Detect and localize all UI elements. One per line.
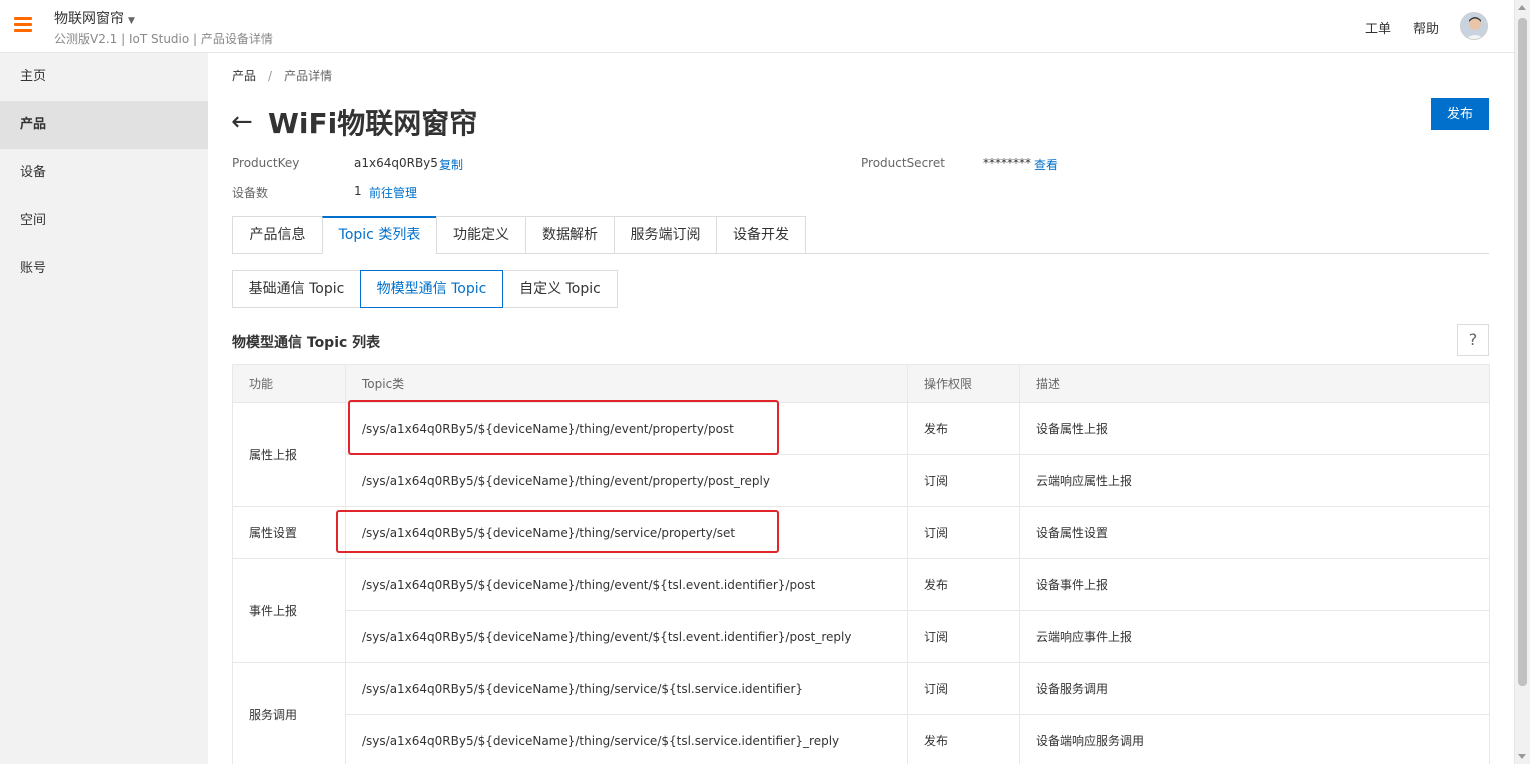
app-subtitle: 公测版V2.1 | IoT Studio | 产品设备详情 — [54, 32, 273, 46]
tab-function-definition[interactable]: 功能定义 — [436, 216, 526, 254]
scroll-down-icon[interactable] — [1518, 754, 1526, 759]
user-avatar-icon — [1461, 13, 1487, 39]
topic-cell: /sys/a1x64q0RBy5/${deviceName}/thing/ser… — [345, 506, 908, 559]
description-cell: 云端响应属性上报 — [1019, 454, 1490, 507]
app-name: 物联网窗帘 — [54, 11, 124, 27]
permission-cell: 订阅 — [907, 610, 1020, 663]
table-header-row: 功能 Topic类 操作权限 描述 — [232, 364, 1490, 403]
device-count-value: 1 — [354, 184, 362, 198]
topic-cell: /sys/a1x64q0RBy5/${deviceName}/thing/eve… — [345, 610, 908, 663]
scroll-up-icon[interactable] — [1518, 5, 1526, 10]
product-secret-value: ******** — [983, 156, 1031, 170]
publish-button[interactable]: 发布 — [1431, 98, 1489, 130]
topic-table: 功能 Topic类 操作权限 描述 属性上报 /sys/a1x64q0RBy5/… — [232, 364, 1490, 764]
product-key-label: ProductKey — [232, 156, 300, 170]
app-switcher[interactable]: 物联网窗帘 ▼ — [54, 8, 135, 28]
table-row: 事件上报 /sys/a1x64q0RBy5/${deviceName}/thin… — [232, 558, 1490, 663]
avatar[interactable] — [1460, 12, 1488, 40]
tab-topic-list[interactable]: Topic 类列表 — [322, 216, 437, 254]
breadcrumb-current: 产品详情 — [284, 69, 333, 83]
tab-server-subscription[interactable]: 服务端订阅 — [614, 216, 717, 254]
topic-cell: /sys/a1x64q0RBy5/${deviceName}/thing/ser… — [345, 662, 908, 715]
ticket-link[interactable]: 工单 — [1365, 18, 1391, 37]
tab-product-info[interactable]: 产品信息 — [232, 216, 323, 254]
scroll-thumb[interactable] — [1518, 18, 1527, 686]
sidebar: 主页 产品 设备 空间 账号 — [0, 53, 208, 764]
breadcrumb-separator: / — [268, 69, 273, 83]
list-title: 物模型通信 Topic 列表 — [232, 335, 381, 351]
description-cell: 设备属性上报 — [1019, 402, 1490, 455]
subtab-basic-topic[interactable]: 基础通信 Topic — [232, 270, 361, 308]
tab-device-development[interactable]: 设备开发 — [716, 216, 806, 254]
function-cell: 属性上报 — [232, 402, 346, 507]
sidebar-item-product[interactable]: 产品 — [0, 101, 208, 149]
topic-cell: /sys/a1x64q0RBy5/${deviceName}/thing/eve… — [345, 558, 908, 611]
table-row: /sys/a1x64q0RBy5/${deviceName}/thing/eve… — [233, 610, 1490, 663]
description-cell: 设备事件上报 — [1019, 558, 1490, 611]
permission-cell: 发布 — [907, 558, 1020, 611]
table-row: 服务调用 /sys/a1x64q0RBy5/${deviceName}/thin… — [232, 662, 1490, 764]
description-cell: 设备服务调用 — [1019, 662, 1490, 715]
function-cell: 属性设置 — [232, 506, 346, 559]
column-header-function: 功能 — [232, 364, 346, 403]
permission-cell: 发布 — [907, 402, 1020, 455]
sidebar-item-account[interactable]: 账号 — [0, 245, 208, 293]
permission-cell: 订阅 — [907, 662, 1020, 715]
view-secret-link[interactable]: 查看 — [1034, 156, 1058, 173]
column-header-description: 描述 — [1019, 364, 1490, 403]
product-key-value: a1x64q0RBy5 — [354, 156, 438, 170]
permission-cell: 发布 — [907, 714, 1020, 764]
topic-cell: /sys/a1x64q0RBy5/${deviceName}/thing/ser… — [345, 714, 908, 764]
tab-data-parsing[interactable]: 数据解析 — [525, 216, 615, 254]
breadcrumb-product[interactable]: 产品 — [232, 69, 256, 83]
table-row: 属性上报 /sys/a1x64q0RBy5/${deviceName}/thin… — [232, 402, 1490, 507]
topic-cell: /sys/a1x64q0RBy5/${deviceName}/thing/eve… — [345, 402, 908, 455]
description-cell: 设备端响应服务调用 — [1019, 714, 1490, 764]
column-header-permission: 操作权限 — [907, 364, 1020, 403]
vertical-scrollbar[interactable] — [1514, 0, 1530, 764]
subtab-custom-topic[interactable]: 自定义 Topic — [502, 270, 618, 308]
caret-down-icon: ▼ — [128, 16, 135, 26]
manage-link[interactable]: 前往管理 — [369, 184, 417, 201]
copy-link[interactable]: 复制 — [439, 156, 463, 173]
sidebar-item-space[interactable]: 空间 — [0, 197, 208, 245]
permission-cell: 订阅 — [907, 506, 1020, 559]
help-link[interactable]: 帮助 — [1413, 18, 1439, 37]
page-title: WiFi物联网窗帘 — [268, 107, 478, 140]
table-row: /sys/a1x64q0RBy5/${deviceName}/thing/ser… — [233, 714, 1490, 764]
column-header-topic: Topic类 — [345, 364, 908, 403]
help-question-icon[interactable]: ? — [1457, 324, 1489, 356]
subtab-thing-model-topic[interactable]: 物模型通信 Topic — [360, 270, 503, 308]
function-cell: 事件上报 — [232, 558, 346, 663]
permission-cell: 订阅 — [907, 454, 1020, 507]
product-secret-label: ProductSecret — [861, 156, 945, 170]
breadcrumb: 产品 / 产品详情 — [232, 67, 332, 84]
function-cell: 服务调用 — [232, 662, 346, 764]
table-row: /sys/a1x64q0RBy5/${deviceName}/thing/eve… — [233, 454, 1490, 507]
device-count-label: 设备数 — [232, 186, 269, 200]
back-arrow-icon[interactable]: ← — [231, 108, 253, 136]
description-cell: 云端响应事件上报 — [1019, 610, 1490, 663]
description-cell: 设备属性设置 — [1019, 506, 1490, 559]
sidebar-item-home[interactable]: 主页 — [0, 53, 208, 101]
menu-icon[interactable] — [14, 17, 32, 33]
topic-cell: /sys/a1x64q0RBy5/${deviceName}/thing/eve… — [345, 454, 908, 507]
tab-bar: 产品信息 Topic 类列表 功能定义 数据解析 服务端订阅 设备开发 — [232, 216, 1489, 254]
sidebar-item-device[interactable]: 设备 — [0, 149, 208, 197]
top-bar: 物联网窗帘 ▼ 公测版V2.1 | IoT Studio | 产品设备详情 工单 … — [0, 0, 1514, 53]
table-row: 属性设置 /sys/a1x64q0RBy5/${deviceName}/thin… — [232, 506, 1490, 559]
